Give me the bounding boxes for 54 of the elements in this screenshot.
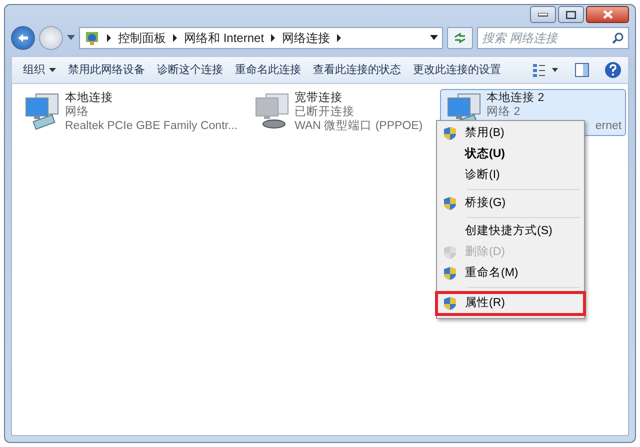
- breadcrumb-link[interactable]: 网络和 Internet: [184, 29, 264, 47]
- search-icon: [612, 32, 624, 44]
- maximize-icon: [566, 10, 576, 18]
- breadcrumb-link[interactable]: 控制面板: [118, 29, 166, 47]
- shield-icon: [443, 266, 457, 281]
- breadcrumb-link[interactable]: 网络连接: [282, 29, 330, 47]
- breadcrumb-arrow-icon[interactable]: [336, 34, 342, 42]
- view-options-icon[interactable]: [532, 62, 560, 78]
- shield-icon: [443, 126, 457, 141]
- minimize-icon: [538, 12, 548, 16]
- search-field[interactable]: 搜索 网络连接: [477, 27, 629, 49]
- menu-item[interactable]: 属性(R): [435, 291, 586, 316]
- menu-item[interactable]: 诊断(I): [439, 165, 582, 186]
- close-button[interactable]: [586, 6, 629, 23]
- shield-icon: [443, 245, 457, 260]
- refresh-button[interactable]: [447, 27, 473, 49]
- minimize-button[interactable]: [530, 6, 556, 23]
- dropdown-caret-icon[interactable]: [430, 35, 438, 41]
- connection-device: WAN 微型端口 (PPPOE): [294, 120, 424, 134]
- back-arrow-icon: [17, 33, 29, 43]
- shield-icon: [443, 296, 457, 311]
- connection-item[interactable]: 本地连接 网络 Realtek PCIe GBE Family Contr...: [18, 89, 242, 136]
- connection-device: Realtek PCIe GBE Family Contr...: [65, 120, 238, 134]
- connection-status: 网络: [65, 106, 90, 120]
- maximize-button[interactable]: [558, 6, 584, 23]
- connection-status: 网络 2: [486, 106, 522, 120]
- toolbar-button[interactable]: 更改此连接的设置: [408, 60, 506, 80]
- breadcrumb-arrow-icon[interactable]: [270, 34, 276, 42]
- close-icon: [602, 10, 612, 19]
- connection-name: 本地连接 2: [486, 92, 546, 106]
- refresh-icon: [453, 32, 467, 44]
- breadcrumb-arrow-icon[interactable]: [106, 34, 112, 42]
- back-button[interactable]: [11, 26, 35, 50]
- connection-status: 已断开连接: [294, 106, 356, 120]
- breadcrumb-arrow-icon[interactable]: [172, 34, 178, 42]
- shield-icon: [443, 196, 457, 211]
- connection-device: ernet: [595, 120, 622, 134]
- menu-item[interactable]: 创建快捷方式(S): [439, 221, 582, 242]
- caret-icon: [49, 68, 56, 72]
- toolbar-button[interactable]: 查看此连接的状态: [308, 60, 406, 80]
- toolbar-button[interactable]: 组织: [18, 60, 61, 80]
- toolbar-button[interactable]: 诊断这个连接: [152, 60, 228, 80]
- help-icon[interactable]: [604, 61, 622, 79]
- menu-item[interactable]: 状态(U): [439, 144, 582, 165]
- connection-name: 本地连接: [65, 92, 114, 106]
- menu-item[interactable]: 桥接(G): [439, 193, 582, 214]
- toolbar-button[interactable]: 禁用此网络设备: [63, 60, 150, 80]
- toolbar-button[interactable]: 重命名此连接: [230, 60, 306, 80]
- address-bar[interactable]: 控制面板 网络和 Internet 网络连接: [79, 27, 443, 49]
- preview-pane-icon[interactable]: [574, 62, 590, 78]
- connection-name: 宽带连接: [294, 92, 344, 106]
- history-dropdown-icon[interactable]: [67, 35, 75, 41]
- connection-item[interactable]: 宽带连接 已断开连接 WAN 微型端口 (PPPOE): [248, 89, 434, 136]
- menu-item[interactable]: 重命名(M): [439, 263, 582, 284]
